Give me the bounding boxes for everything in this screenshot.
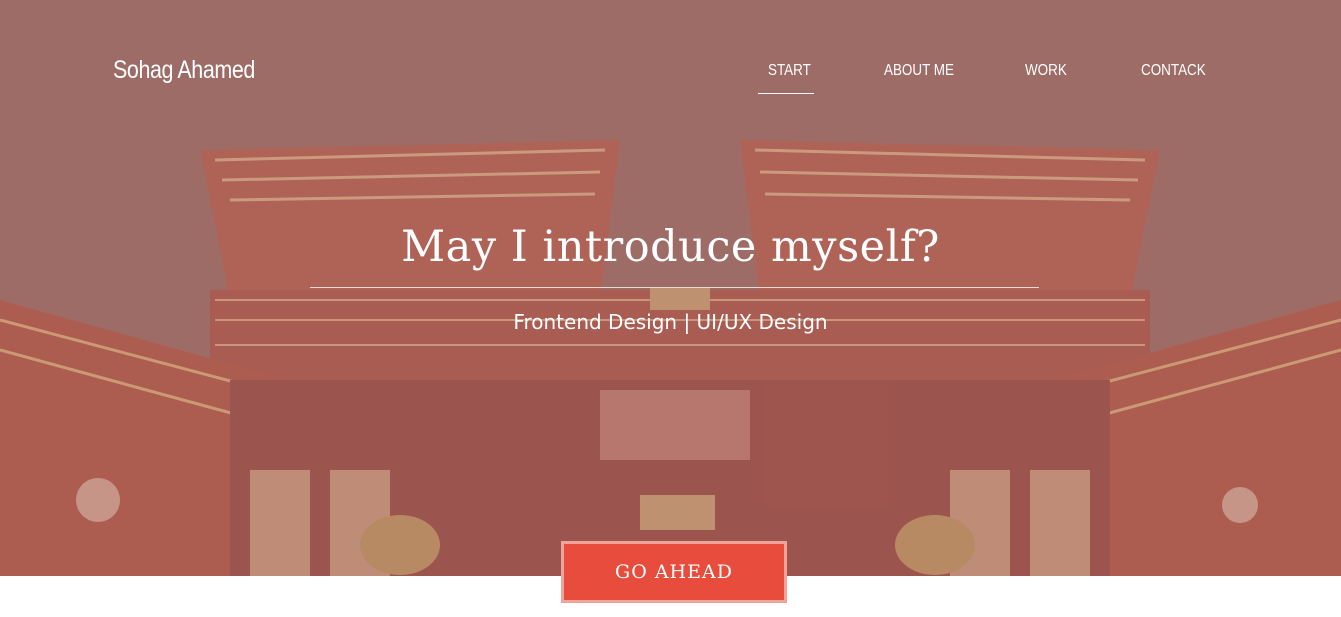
nav-item-work[interactable]: WORK — [1025, 62, 1067, 80]
nav-item-about-me[interactable]: ABOUT ME — [884, 62, 954, 80]
main-nav: START ABOUT ME WORK CONTACK — [0, 0, 1341, 100]
nav-item-start[interactable]: START — [768, 62, 811, 80]
go-ahead-button[interactable]: GO AHEAD — [561, 541, 787, 603]
hero-divider — [310, 287, 1039, 288]
nav-active-indicator — [758, 93, 814, 94]
hero-title: May I introduce myself? — [401, 222, 940, 272]
hero-section: Sohag Ahamed START ABOUT ME WORK CONTACK… — [0, 0, 1341, 576]
hero-subtitle: Frontend Design | UI/UX Design — [513, 310, 828, 334]
nav-item-contack[interactable]: CONTACK — [1141, 62, 1206, 80]
